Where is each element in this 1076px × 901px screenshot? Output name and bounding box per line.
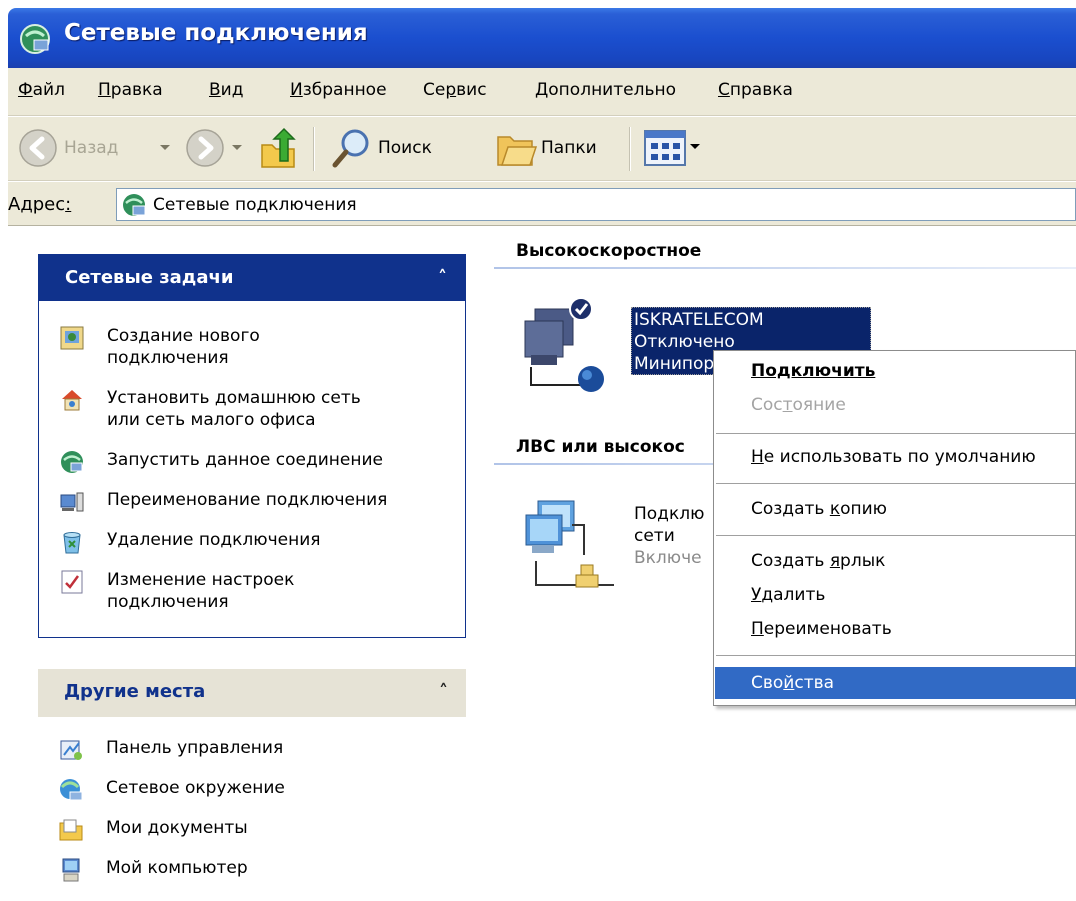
address-label: Адрес: — [8, 194, 72, 215]
menu-separator — [716, 535, 1075, 536]
task-pane: Сетевые задачи ˄ Создание нового подключ… — [8, 227, 486, 901]
network-connections-icon — [20, 24, 50, 54]
lan-connection-icon[interactable] — [524, 495, 616, 595]
change-settings-icon — [61, 570, 83, 594]
menu-delete[interactable]: Удалить — [715, 579, 1076, 611]
title-bar[interactable]: Сетевые подключения — [8, 8, 1076, 68]
back-dropdown-icon[interactable] — [160, 145, 170, 150]
window-frame-top — [0, 0, 1076, 8]
network-tasks-body: Создание нового подключения Установить д… — [39, 301, 465, 637]
address-bar: Адрес: Сетевые подключения — [8, 182, 1076, 226]
views-icon[interactable] — [644, 130, 686, 166]
address-value: Сетевые подключения — [153, 195, 357, 215]
network-tasks-title: Сетевые задачи — [65, 267, 234, 288]
delete-icon — [63, 532, 81, 554]
collapse-chevron-icon[interactable]: ˄ — [439, 681, 448, 702]
forward-dropdown-icon[interactable] — [232, 145, 242, 150]
menu-help[interactable]: Справка — [718, 80, 793, 100]
connection-device: Минипор — [634, 354, 715, 374]
network-connections-icon — [123, 194, 146, 216]
menu-view[interactable]: Вид — [209, 80, 243, 100]
menu-advanced[interactable]: Дополнительно — [535, 80, 676, 100]
connection-name: ISKRATELECOM — [634, 310, 764, 330]
menu-bar: Файл Правка Вид Избранное Сервис Дополни… — [8, 68, 1076, 116]
views-dropdown-icon[interactable] — [690, 144, 700, 149]
menu-separator — [716, 433, 1075, 434]
menu-connect[interactable]: Подключить — [715, 355, 1076, 387]
lan-connection-name: Подклю — [634, 504, 705, 524]
menu-separator — [716, 483, 1075, 484]
folders-icon[interactable] — [496, 129, 538, 169]
search-button-label[interactable]: Поиск — [378, 138, 432, 158]
network-tasks-panel: Сетевые задачи ˄ Создание нового подключ… — [38, 254, 466, 638]
network-tasks-header[interactable]: Сетевые задачи ˄ — [39, 255, 465, 301]
new-connection-icon — [60, 326, 84, 350]
broadband-connection-icon[interactable] — [521, 297, 617, 397]
other-places-title: Другие места — [64, 681, 206, 702]
group-divider — [494, 267, 1076, 269]
toolbar: Назад Поиск Папки — [8, 117, 1076, 181]
back-arrow-icon[interactable] — [18, 128, 58, 168]
menu-not-default[interactable]: Не использовать по умолчанию — [715, 441, 1076, 473]
toolbar-separator — [313, 127, 315, 171]
home-network-icon — [62, 390, 82, 411]
group-header-highspeed: Высокоскоростное — [516, 241, 702, 261]
up-folder-icon[interactable] — [258, 127, 298, 171]
rename-icon — [60, 492, 84, 512]
search-icon[interactable] — [331, 127, 371, 169]
start-connection-icon — [61, 451, 83, 473]
my-documents-icon — [59, 819, 83, 841]
menu-file[interactable]: Файл — [18, 80, 65, 100]
menu-create-copy[interactable]: Создать копию — [715, 493, 1076, 525]
my-computer-icon — [62, 858, 80, 882]
control-panel-icon — [60, 740, 82, 760]
other-places-panel: Другие места ˄ Панель управления Сетевое… — [38, 669, 466, 901]
network-places-icon — [60, 779, 83, 801]
menu-properties[interactable]: Свойства — [715, 667, 1076, 699]
menu-status[interactable]: Состояние — [715, 389, 1076, 421]
context-menu: Подключить Состояние Не использовать по … — [713, 350, 1076, 706]
lan-connection-name-line2: сети — [634, 526, 675, 546]
menu-create-shortcut[interactable]: Создать ярлык — [715, 545, 1076, 577]
back-button-label[interactable]: Назад — [64, 138, 118, 158]
window-title: Сетевые подключения — [64, 20, 368, 46]
forward-arrow-icon[interactable] — [185, 128, 225, 168]
menu-separator — [716, 655, 1075, 656]
lan-connection-status: Включе — [634, 548, 702, 568]
folders-button-label[interactable]: Папки — [541, 138, 597, 158]
menu-rename[interactable]: Переименовать — [715, 613, 1076, 645]
other-places-body: Панель управления Сетевое окружение Мои … — [38, 717, 466, 901]
menu-favorites[interactable]: Избранное — [290, 80, 387, 100]
menu-edit[interactable]: Правка — [98, 80, 163, 100]
menu-tools[interactable]: Сервис — [423, 80, 487, 100]
address-field[interactable]: Сетевые подключения — [116, 188, 1076, 221]
other-places-header[interactable]: Другие места ˄ — [38, 669, 466, 717]
group-header-lan: ЛВС или высокос — [516, 437, 685, 457]
toolbar-separator — [629, 127, 631, 171]
collapse-chevron-icon[interactable]: ˄ — [438, 267, 447, 288]
